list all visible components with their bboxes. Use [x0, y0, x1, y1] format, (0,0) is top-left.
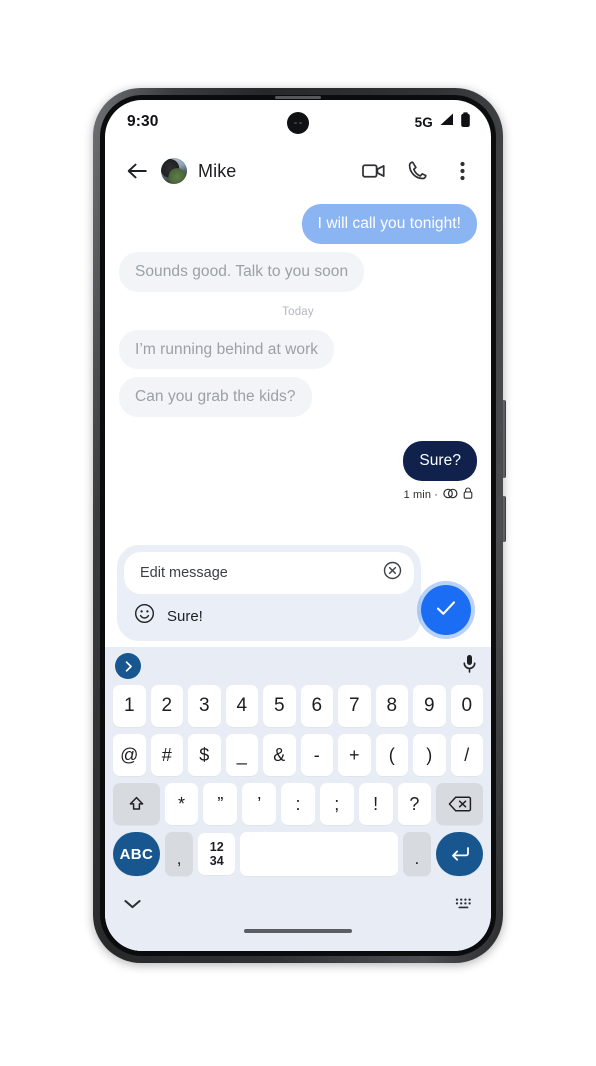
edit-panel-container: Edit message Sure!	[117, 545, 421, 641]
key-0[interactable]: 0	[450, 685, 483, 727]
keyboard-switch-icon[interactable]	[454, 897, 473, 916]
key-2[interactable]: 2	[150, 685, 183, 727]
keyboard-row-punctuation: * ” ’ : ; ! ?	[109, 783, 487, 825]
key-spacebar[interactable]	[240, 832, 398, 876]
key-quote-double[interactable]: ”	[203, 783, 238, 825]
message-list: I will call you tonight! Sounds good. Ta…	[105, 198, 491, 545]
numsym-bottom: 34	[209, 854, 224, 868]
keyboard-footer	[109, 883, 487, 929]
key-period[interactable]: .	[402, 832, 432, 876]
key-4[interactable]: 4	[225, 685, 258, 727]
key-abc-layout[interactable]: ABC	[113, 832, 160, 876]
phone-bezel: 9:30 5G Mike I will call you tonight! So…	[100, 95, 496, 956]
key-dollar[interactable]: $	[188, 734, 221, 776]
message-timestamp: 1 min ·	[403, 489, 438, 502]
message-bubble-sent[interactable]: I will call you tonight!	[301, 204, 477, 244]
emoji-smiley-icon[interactable]	[134, 603, 155, 629]
key-quote-single[interactable]: ’	[242, 783, 277, 825]
shift-up-arrow-icon[interactable]	[113, 783, 160, 825]
message-row: I will call you tonight!	[119, 204, 477, 244]
phone-device-frame: 9:30 5G Mike I will call you tonight! So…	[93, 88, 506, 963]
chevron-down-icon[interactable]	[123, 897, 142, 915]
signal-bars-icon	[438, 112, 455, 132]
rcs-chat-icon	[443, 486, 458, 504]
key-8[interactable]: 8	[375, 685, 408, 727]
key-exclamation[interactable]: !	[358, 783, 393, 825]
header-actions	[361, 158, 475, 184]
suggestion-bar	[109, 647, 487, 685]
screenshot-canvas: 9:30 5G Mike I will call you tonight! So…	[0, 0, 596, 1066]
status-bar: 9:30 5G	[105, 100, 491, 144]
key-3[interactable]: 3	[188, 685, 221, 727]
keyboard-row-bottom: ABC , 12 34 .	[109, 832, 487, 876]
key-paren-open[interactable]: (	[375, 734, 408, 776]
key-semicolon[interactable]: ;	[319, 783, 354, 825]
key-1[interactable]: 1	[113, 685, 146, 727]
key-plus[interactable]: +	[338, 734, 371, 776]
edit-message-label: Edit message	[140, 565, 228, 581]
volume-button[interactable]	[502, 400, 506, 478]
checkmark-icon	[435, 599, 457, 622]
network-label: 5G	[414, 114, 433, 130]
video-call-icon[interactable]	[361, 158, 387, 184]
key-at[interactable]: @	[113, 734, 146, 776]
edit-message-panel: Edit message Sure!	[105, 545, 491, 647]
key-hyphen[interactable]: -	[300, 734, 333, 776]
key-numeric-symbol-layout[interactable]: 12 34	[198, 833, 236, 875]
battery-full-icon	[460, 111, 471, 133]
key-ampersand[interactable]: &	[263, 734, 296, 776]
message-status: 1 min ·	[119, 486, 473, 504]
virtual-keyboard: 1 2 3 4 5 6 7 8 9 0 @ # $ _ & - + () / …	[105, 647, 491, 951]
key-underscore[interactable]: _	[225, 734, 258, 776]
home-gesture-bar[interactable]	[244, 929, 352, 933]
edit-draft-text[interactable]: Sure!	[167, 608, 203, 625]
key-paren-close[interactable]: )	[413, 734, 446, 776]
message-row: Sure?	[119, 441, 477, 482]
message-bubble-received[interactable]: I’m running behind at work	[119, 329, 335, 370]
key-question[interactable]: ?	[397, 783, 432, 825]
edit-draft-row: Sure!	[124, 594, 414, 636]
front-camera-punch-hole	[287, 112, 309, 134]
backspace-delete-icon[interactable]	[436, 783, 483, 825]
key-comma[interactable]: ,	[164, 832, 194, 876]
key-slash[interactable]: /	[450, 734, 483, 776]
more-vertical-icon[interactable]	[449, 158, 475, 184]
message-bubble-sent-editing[interactable]: Sure?	[403, 441, 477, 482]
key-hash[interactable]: #	[150, 734, 183, 776]
keyboard-row-numbers: 1 2 3 4 5 6 7 8 9 0	[109, 685, 487, 727]
numsym-top: 12	[209, 840, 224, 854]
phone-call-icon[interactable]	[405, 158, 431, 184]
message-bubble-received[interactable]: Sounds good. Talk to you soon	[119, 251, 365, 292]
earpiece-speaker	[275, 96, 321, 99]
chevron-right-icon[interactable]	[115, 653, 141, 679]
end-to-end-encrypted-lock-icon	[463, 486, 473, 504]
enter-return-icon[interactable]	[436, 832, 483, 876]
status-indicators: 5G	[414, 111, 471, 133]
key-9[interactable]: 9	[413, 685, 446, 727]
page-title: Mike	[198, 160, 237, 181]
message-row: Can you grab the kids?	[119, 377, 477, 418]
keyboard-row-symbols: @ # $ _ & - + ( ) /	[109, 734, 487, 776]
phone-screen: 9:30 5G Mike I will call you tonight! So…	[105, 100, 491, 951]
avatar[interactable]	[161, 158, 187, 184]
power-button[interactable]	[502, 496, 506, 542]
key-asterisk[interactable]: *	[164, 783, 199, 825]
navigation-bar	[109, 929, 487, 951]
message-row: I’m running behind at work	[119, 329, 477, 370]
key-7[interactable]: 7	[338, 685, 371, 727]
back-arrow-icon[interactable]	[119, 153, 155, 189]
conversation-header: Mike	[105, 144, 491, 198]
key-colon[interactable]: :	[281, 783, 315, 825]
microphone-icon[interactable]	[462, 654, 477, 679]
confirm-edit-button[interactable]	[421, 585, 471, 635]
message-row: Sounds good. Talk to you soon	[119, 251, 477, 292]
key-6[interactable]: 6	[300, 685, 333, 727]
key-5[interactable]: 5	[263, 685, 296, 727]
edit-message-field[interactable]: Edit message	[124, 552, 414, 594]
message-bubble-received[interactable]: Can you grab the kids?	[119, 377, 312, 418]
clear-circle-x-icon[interactable]	[383, 561, 402, 585]
day-divider: Today	[282, 305, 314, 318]
status-time: 9:30	[127, 113, 159, 130]
